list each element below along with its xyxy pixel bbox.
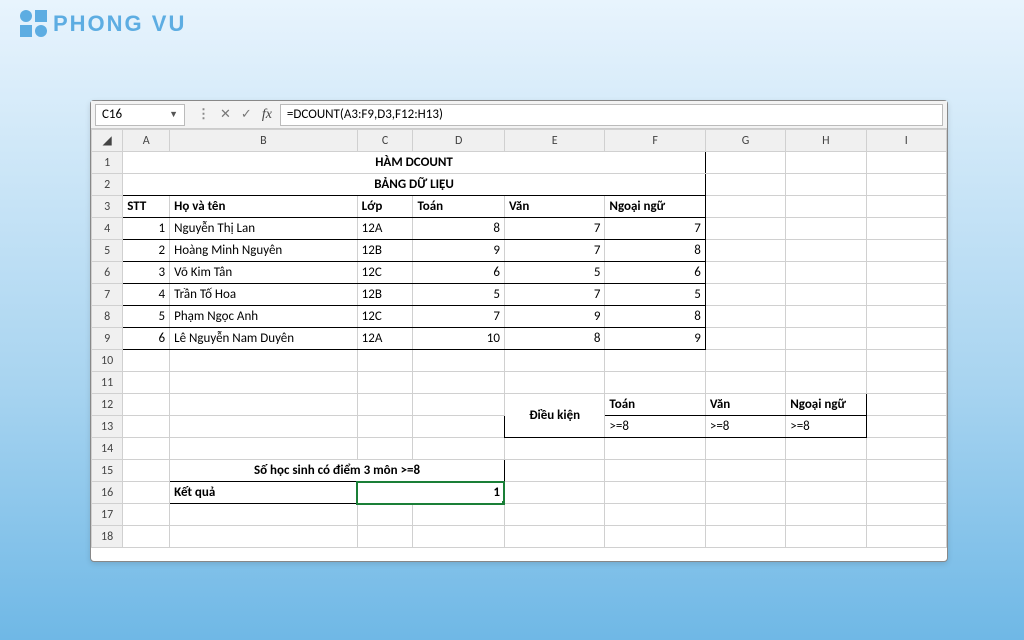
enter-icon[interactable]: ✓ xyxy=(241,107,252,122)
cell[interactable]: 12C xyxy=(357,306,413,328)
row-header[interactable]: 14 xyxy=(92,438,123,460)
row-header[interactable]: 6 xyxy=(92,262,123,284)
row-header[interactable]: 10 xyxy=(92,350,123,372)
cell[interactable]: 7 xyxy=(504,240,604,262)
criteria-label[interactable]: Điều kiện xyxy=(504,394,604,438)
hdr-name[interactable]: Họ và tên xyxy=(170,196,358,218)
cell[interactable]: 9 xyxy=(413,240,505,262)
formula-bar-icons: ⋮ ✕ ✓ fx xyxy=(189,107,280,123)
row-header[interactable]: 3 xyxy=(92,196,123,218)
title-sub[interactable]: BẢNG DỮ LIỆU xyxy=(123,174,706,196)
cell[interactable]: 8 xyxy=(605,306,705,328)
cell[interactable]: 1 xyxy=(123,218,170,240)
cell[interactable]: 6 xyxy=(605,262,705,284)
criteria-v1[interactable]: >=8 xyxy=(605,416,705,438)
formula-input[interactable]: =DCOUNT(A3:F9,D3,F12:H13) xyxy=(280,104,943,126)
row-header[interactable]: 13 xyxy=(92,416,123,438)
title-main[interactable]: HÀM DCOUNT xyxy=(123,152,706,174)
cell[interactable]: 5 xyxy=(504,262,604,284)
cell[interactable]: 5 xyxy=(413,284,505,306)
cell[interactable]: 6 xyxy=(123,328,170,350)
cell[interactable]: 4 xyxy=(123,284,170,306)
formula-bar: C16 ▼ ⋮ ✕ ✓ fx =DCOUNT(A3:F9,D3,F12:H13) xyxy=(91,101,947,129)
row-header[interactable]: 18 xyxy=(92,526,123,548)
dropdown-icon[interactable]: ▼ xyxy=(169,109,178,120)
result-cell[interactable]: 1 xyxy=(357,482,504,504)
col-header[interactable]: I xyxy=(866,130,946,152)
col-header[interactable]: A xyxy=(123,130,170,152)
cell[interactable]: 12A xyxy=(357,218,413,240)
result-label[interactable]: Kết quả xyxy=(170,482,358,504)
cell[interactable]: 12C xyxy=(357,262,413,284)
formula-text: =DCOUNT(A3:F9,D3,F12:H13) xyxy=(287,107,443,122)
criteria-h2[interactable]: Văn xyxy=(705,394,785,416)
row-header[interactable]: 11 xyxy=(92,372,123,394)
column-headers: ◢ A B C D E F G H I xyxy=(92,130,947,152)
select-all-corner[interactable]: ◢ xyxy=(92,130,123,152)
cell[interactable]: 7 xyxy=(413,306,505,328)
col-header[interactable]: H xyxy=(786,130,866,152)
spreadsheet-grid[interactable]: ◢ A B C D E F G H I 1 HÀM DCOUNT 2 BẢNG xyxy=(91,129,947,561)
cell[interactable]: 6 xyxy=(413,262,505,284)
cell[interactable]: 7 xyxy=(504,284,604,306)
logo-icon xyxy=(20,10,47,37)
cell[interactable]: 8 xyxy=(504,328,604,350)
cell[interactable]: 12A xyxy=(357,328,413,350)
criteria-h3[interactable]: Ngoại ngữ xyxy=(786,394,866,416)
summary-caption[interactable]: Số học sinh có điểm 3 môn >=8 xyxy=(170,460,505,482)
row-header[interactable]: 5 xyxy=(92,240,123,262)
cell[interactable]: 9 xyxy=(504,306,604,328)
col-header[interactable]: D xyxy=(413,130,505,152)
brand-logo: PHONG VU xyxy=(20,10,186,37)
hdr-class[interactable]: Lớp xyxy=(357,196,413,218)
hdr-lang[interactable]: Ngoại ngữ xyxy=(605,196,705,218)
row-header[interactable]: 7 xyxy=(92,284,123,306)
cell[interactable]: 7 xyxy=(504,218,604,240)
cell[interactable]: 5 xyxy=(605,284,705,306)
cell[interactable]: Phạm Ngọc Anh xyxy=(170,306,358,328)
row-header[interactable]: 15 xyxy=(92,460,123,482)
cell[interactable]: Võ Kim Tân xyxy=(170,262,358,284)
criteria-v2[interactable]: >=8 xyxy=(705,416,785,438)
row-header[interactable]: 9 xyxy=(92,328,123,350)
cell[interactable]: Nguyễn Thị Lan xyxy=(170,218,358,240)
col-header[interactable]: F xyxy=(605,130,705,152)
cell[interactable]: 5 xyxy=(123,306,170,328)
row-header[interactable]: 1 xyxy=(92,152,123,174)
cell[interactable]: Trần Tố Hoa xyxy=(170,284,358,306)
col-header[interactable]: B xyxy=(170,130,358,152)
hdr-stt[interactable]: STT xyxy=(123,196,170,218)
hdr-math[interactable]: Toán xyxy=(413,196,505,218)
excel-window: C16 ▼ ⋮ ✕ ✓ fx =DCOUNT(A3:F9,D3,F12:H13)… xyxy=(90,100,948,562)
cell[interactable]: 9 xyxy=(605,328,705,350)
row-header[interactable]: 4 xyxy=(92,218,123,240)
criteria-v3[interactable]: >=8 xyxy=(786,416,866,438)
cell[interactable]: 10 xyxy=(413,328,505,350)
col-header[interactable]: E xyxy=(504,130,604,152)
name-box[interactable]: C16 ▼ xyxy=(95,104,185,126)
cell[interactable]: 7 xyxy=(605,218,705,240)
logo-text: PHONG VU xyxy=(53,11,186,37)
cell[interactable]: Lê Nguyễn Nam Duyên xyxy=(170,328,358,350)
name-box-value: C16 xyxy=(102,107,122,122)
cell[interactable]: 12B xyxy=(357,284,413,306)
col-header[interactable]: G xyxy=(705,130,785,152)
cell[interactable]: 3 xyxy=(123,262,170,284)
cell[interactable]: Hoàng Minh Nguyên xyxy=(170,240,358,262)
row-header[interactable]: 16 xyxy=(92,482,123,504)
row-header[interactable]: 8 xyxy=(92,306,123,328)
col-header[interactable]: C xyxy=(357,130,413,152)
row-header[interactable]: 12 xyxy=(92,394,123,416)
hdr-lit[interactable]: Văn xyxy=(504,196,604,218)
divider-icon: ⋮ xyxy=(197,107,210,122)
cell[interactable]: 12B xyxy=(357,240,413,262)
cell[interactable]: 8 xyxy=(605,240,705,262)
cell[interactable]: 2 xyxy=(123,240,170,262)
fx-icon[interactable]: fx xyxy=(262,107,272,123)
row-header[interactable]: 17 xyxy=(92,504,123,526)
cell[interactable]: 8 xyxy=(413,218,505,240)
cancel-icon[interactable]: ✕ xyxy=(220,107,231,122)
row-header[interactable]: 2 xyxy=(92,174,123,196)
criteria-h1[interactable]: Toán xyxy=(605,394,705,416)
